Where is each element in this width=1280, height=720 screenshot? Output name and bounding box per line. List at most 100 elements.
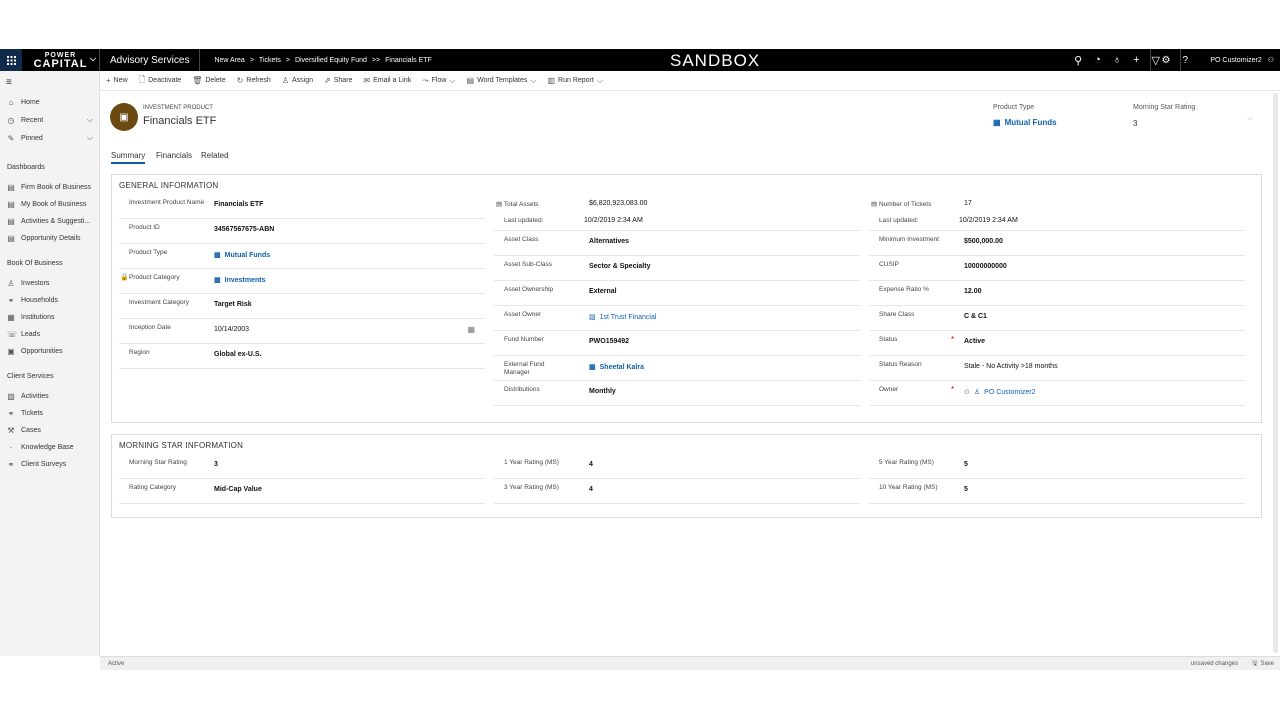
chevron-down-icon[interactable]: ⌵ bbox=[1247, 113, 1253, 123]
field-label: Status bbox=[879, 336, 898, 343]
field-1yr-rating[interactable]: 1 Year Rating (MS) 4 bbox=[494, 455, 860, 479]
field-value: 5 bbox=[964, 461, 968, 468]
tab-related[interactable]: Related bbox=[201, 151, 229, 160]
sidebar-item-recent[interactable]: ◷ Recent ⌵ bbox=[7, 114, 97, 126]
breadcrumb-item[interactable]: Diversified Equity Fund bbox=[295, 57, 367, 64]
field-product-id[interactable]: Product ID 34567567675-ABN bbox=[119, 220, 485, 244]
field-cusip[interactable]: CUSIP 10000000000 bbox=[869, 257, 1245, 281]
field-asset-owner[interactable]: Asset Owner ▨ 1st Trust Financial bbox=[494, 307, 860, 331]
field-status-reason[interactable]: Status Reason Stale - No Activity >18 mo… bbox=[869, 357, 1245, 381]
record-icon: ▦ bbox=[214, 277, 221, 284]
field-minimum-investment[interactable]: Minimum Investment $500,000.00 bbox=[869, 232, 1245, 256]
dashboard-icon: ▤ bbox=[7, 233, 15, 243]
save-button[interactable]: 🖫 Save bbox=[1252, 659, 1274, 669]
field-label: Distributions bbox=[504, 386, 540, 393]
sidebar-item-tickets[interactable]: ⚭ Tickets bbox=[7, 407, 97, 419]
field-value: Monthly bbox=[589, 388, 616, 395]
word-templates-button[interactable]: ▤ Word Templates ⌵ bbox=[467, 76, 537, 86]
field-asset-class[interactable]: Asset Class Alternatives bbox=[494, 232, 860, 256]
breadcrumb-item[interactable]: Tickets bbox=[259, 57, 281, 64]
field-5yr-rating[interactable]: 5 Year Rating (MS) 5 bbox=[869, 455, 1245, 479]
sidebar-item-activities-suggestions[interactable]: ▤ Activities & Suggesti... bbox=[7, 215, 97, 227]
field-status[interactable]: Status * Active bbox=[869, 332, 1245, 356]
gear-icon[interactable]: ⚙ bbox=[1161, 55, 1170, 66]
logo-line2: CAPITAL bbox=[33, 58, 88, 70]
field-value-link[interactable]: ▨ 1st Trust Financial bbox=[589, 313, 656, 322]
chevron-down-icon[interactable]: ⌵ bbox=[90, 55, 96, 63]
tab-financials[interactable]: Financials bbox=[156, 151, 192, 160]
breadcrumb-item[interactable]: Financials ETF bbox=[385, 57, 432, 64]
field-fund-number[interactable]: Fund Number PWO159492 bbox=[494, 332, 860, 356]
email-link-button[interactable]: ✉ Email a Link bbox=[363, 76, 411, 85]
dot-icon: · bbox=[9, 442, 13, 452]
sidebar-item-activities[interactable]: ▧ Activities bbox=[7, 390, 97, 402]
household-icon: ⚭ bbox=[7, 295, 15, 305]
sidebar-item-cases[interactable]: ⚒ Cases bbox=[7, 424, 97, 436]
field-value-link[interactable]: ⊙ ♙ PO Customizer2 bbox=[964, 388, 1036, 397]
delete-button[interactable]: 🗑 Delete bbox=[192, 76, 225, 85]
field-10yr-rating[interactable]: 10 Year Rating (MS) 5 bbox=[869, 480, 1245, 504]
hamburger-icon[interactable]: ≡ bbox=[6, 77, 12, 88]
field-share-class[interactable]: Share Class C & C1 bbox=[869, 307, 1245, 331]
header-product-type-link[interactable]: ▦ Mutual Funds bbox=[993, 118, 1057, 127]
field-label: CUSIP bbox=[879, 261, 899, 268]
field-label: Investment Category bbox=[129, 299, 189, 306]
tab-summary[interactable]: Summary bbox=[111, 151, 146, 164]
field-asset-ownership[interactable]: Asset Ownership External bbox=[494, 282, 860, 306]
sidebar-item-firm-book[interactable]: ▤ Firm Book of Business bbox=[7, 181, 97, 193]
field-owner[interactable]: Owner * ⊙ ♙ PO Customizer2 bbox=[869, 382, 1245, 406]
search-icon[interactable]: ⚲ bbox=[1074, 54, 1082, 67]
sidebar-item-my-book[interactable]: ▤ My Book of Business bbox=[7, 198, 97, 210]
brand-logo[interactable]: POWER CAPITAL ⌵ bbox=[22, 49, 100, 71]
assign-button[interactable]: ♙ Assign bbox=[282, 76, 313, 85]
share-button[interactable]: ⇗ Share bbox=[324, 76, 352, 85]
field-distributions[interactable]: Distributions Monthly bbox=[494, 382, 860, 406]
refresh-button[interactable]: ↻ Refresh bbox=[237, 76, 271, 85]
deactivate-button[interactable]: 🗋 Deactivate bbox=[139, 74, 182, 88]
sidebar-item-leads[interactable]: ☏ Leads bbox=[7, 328, 97, 340]
run-report-button[interactable]: ▥ Run Report ⌵ bbox=[547, 76, 602, 86]
user-menu[interactable]: PO Customizer2 ⚇ bbox=[1180, 49, 1280, 71]
deactivate-icon: 🗋 bbox=[138, 74, 146, 84]
field-value: Alternatives bbox=[589, 238, 630, 245]
breadcrumb-item[interactable]: New Area bbox=[214, 57, 244, 64]
field-region[interactable]: Region Global ex-U.S. bbox=[119, 345, 485, 369]
field-label: Fund Number bbox=[504, 336, 544, 343]
task-icon[interactable]: ◔ bbox=[1094, 54, 1101, 66]
field-external-fund-manager[interactable]: External Fund Manager ▦ Sheetal Kalra bbox=[494, 357, 860, 381]
field-ms-rating[interactable]: Morning Star Rating 3 bbox=[119, 455, 485, 479]
chevron-down-icon[interactable]: ⌵ bbox=[87, 133, 93, 143]
field-product-name[interactable]: Investment Product Name ˙ Financials ETF bbox=[119, 195, 485, 219]
field-value-link[interactable]: ▦ Mutual Funds bbox=[214, 251, 270, 260]
field-value-link[interactable]: ▦ Sheetal Kalra bbox=[589, 363, 644, 372]
calendar-icon[interactable]: ▦ bbox=[467, 325, 475, 334]
sidebar-item-opportunity-details[interactable]: ▤ Opportunity Details bbox=[7, 232, 97, 244]
plus-icon[interactable]: + bbox=[1133, 54, 1139, 66]
field-3yr-rating[interactable]: 3 Year Rating (MS) 4 bbox=[494, 480, 860, 504]
app-name[interactable]: Advisory Services bbox=[100, 49, 201, 71]
sidebar-item-client-surveys[interactable]: ⚭ Client Surveys bbox=[7, 458, 97, 470]
sidebar-item-pinned[interactable]: ✎ Pinned ⌵ bbox=[7, 132, 97, 144]
lightbulb-icon[interactable]: ♁ bbox=[1113, 54, 1121, 66]
field-value-link[interactable]: ▦ Investments bbox=[214, 276, 265, 285]
chevron-down-icon[interactable]: ⌵ bbox=[87, 115, 93, 125]
sidebar-item-knowledge-base[interactable]: · Knowledge Base bbox=[7, 441, 97, 453]
field-rating-category[interactable]: Rating Category Mid-Cap Value bbox=[119, 480, 485, 504]
field-product-type[interactable]: Product Type ▦ Mutual Funds bbox=[119, 245, 485, 269]
field-investment-category[interactable]: Investment Category Target Risk bbox=[119, 295, 485, 319]
flow-button[interactable]: ⤳ Flow ⌵ bbox=[422, 76, 455, 86]
new-button[interactable]: + New bbox=[106, 76, 128, 85]
contact-icon: ▦ bbox=[589, 364, 596, 371]
scrollbar[interactable] bbox=[1273, 93, 1278, 653]
field-expense-ratio[interactable]: Expense Ratio % 12.00 bbox=[869, 282, 1245, 306]
field-asset-subclass[interactable]: Asset Sub-Class Sector & Specialty bbox=[494, 257, 860, 281]
field-inception-date[interactable]: Inception Date 10/14/2003 ▦ bbox=[119, 320, 485, 344]
sidebar-item-institutions[interactable]: ▦ Institutions bbox=[7, 311, 97, 323]
sidebar-item-households[interactable]: ⚭ Households bbox=[7, 294, 97, 306]
sidebar-item-investors[interactable]: ♙ Investors bbox=[7, 277, 97, 289]
app-launcher-icon[interactable] bbox=[0, 49, 22, 71]
sidebar-item-label: Activities & Suggesti... bbox=[21, 217, 91, 225]
field-product-category[interactable]: 🔒 Product Category ▦ Investments bbox=[119, 270, 485, 294]
sidebar-item-opportunities[interactable]: ▣ Opportunities bbox=[7, 345, 97, 357]
sidebar-item-home[interactable]: ⌂ Home bbox=[7, 96, 97, 108]
